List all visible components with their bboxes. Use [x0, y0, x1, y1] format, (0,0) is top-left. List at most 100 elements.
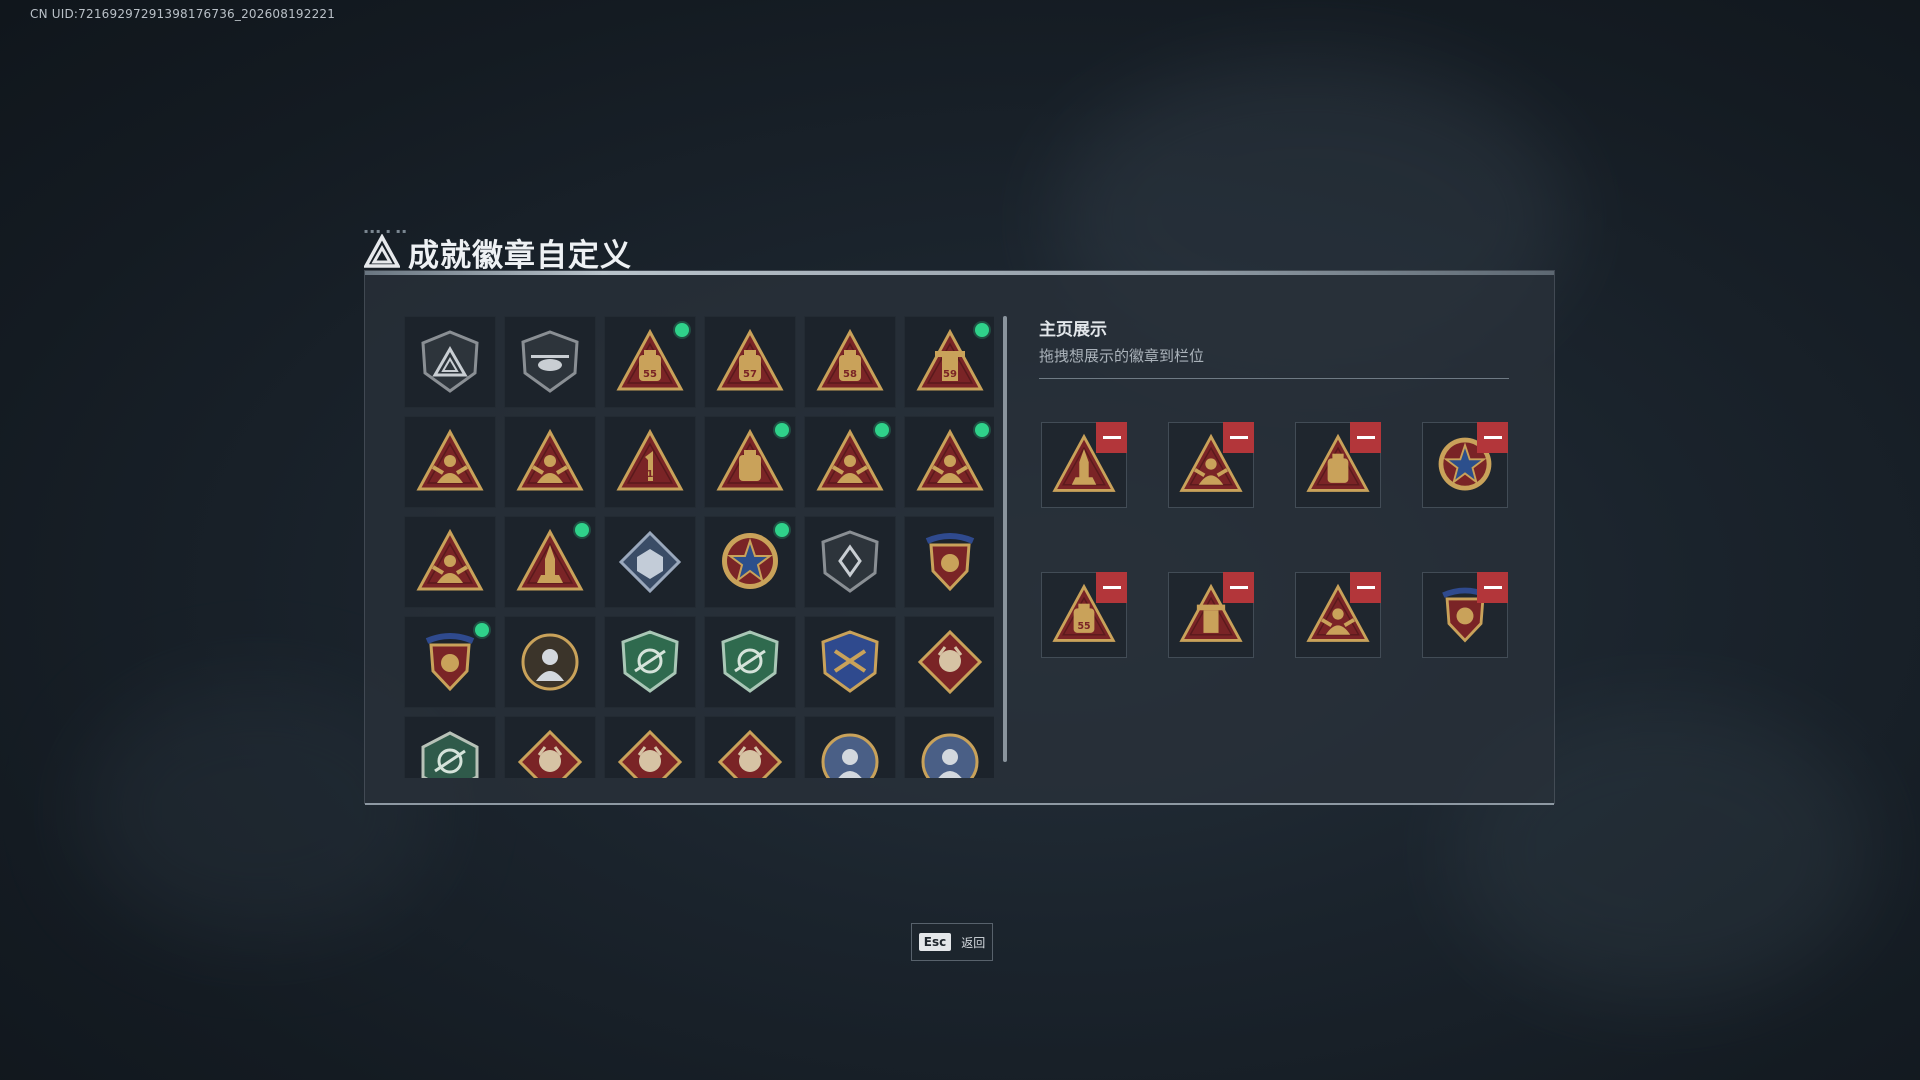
showcase-title: 主页展示 [1039, 320, 1107, 340]
badge-cell[interactable] [504, 416, 596, 508]
back-label: 返回 [961, 935, 986, 950]
minus-icon [1229, 436, 1248, 439]
panel-top-border [365, 271, 1554, 275]
minus-icon [1356, 436, 1375, 439]
minus-icon [1229, 586, 1248, 589]
badge-cell[interactable] [404, 516, 496, 608]
soldier-triangle-badge-icon [416, 528, 484, 591]
minus-icon [1356, 586, 1375, 589]
remove-badge-button[interactable] [1096, 572, 1127, 603]
svg-text:58: 58 [843, 369, 857, 380]
hands-cup-triangle-badge-icon [516, 428, 584, 491]
number-one-triangle-badge-icon: 1 [616, 428, 684, 491]
page-header: ▪▪▪ ▪ ▪▪ 成就徽章自定义 [364, 228, 632, 274]
svg-text:1: 1 [647, 469, 654, 480]
blue-gold-shield-badge-icon [821, 630, 879, 693]
new-indicator-dot [775, 423, 789, 437]
hand-gesture-triangle-badge-icon [416, 428, 484, 491]
page-title: 成就徽章自定义 [408, 237, 632, 274]
crest-shield-badge-icon [925, 533, 975, 592]
showcase-slot[interactable] [1168, 572, 1254, 658]
rocket-triangle-badge-icon [516, 528, 584, 591]
cube-diamond-badge-icon [618, 530, 682, 594]
badge-cell[interactable]: 59 [904, 316, 994, 408]
helicopter-shield-badge-icon [521, 330, 579, 393]
showcase-slot[interactable] [1422, 422, 1508, 508]
svg-text:55: 55 [643, 369, 657, 380]
new-indicator-dot [675, 323, 689, 337]
minus-icon [1102, 586, 1121, 589]
collection-scrollbar[interactable] [1003, 316, 1007, 762]
header-decoration: ▪▪▪ ▪ ▪▪ [364, 228, 409, 235]
blue-beast-round-badge-icon [921, 733, 979, 778]
badge-cell[interactable] [904, 516, 994, 608]
hands-triangle-badge-icon [916, 428, 984, 491]
green-rifle-shield-badge-icon [721, 630, 779, 693]
badge-cell[interactable] [704, 616, 796, 708]
badge-cell[interactable] [504, 516, 596, 608]
green-crosshair-shield-badge-icon [621, 630, 679, 693]
badge-cell[interactable] [804, 716, 896, 778]
badge-cell[interactable] [704, 516, 796, 608]
badge-cell[interactable] [404, 716, 496, 778]
showcase-slot[interactable] [1295, 422, 1381, 508]
esc-key-icon: Esc [918, 933, 952, 951]
remove-badge-button[interactable] [1096, 422, 1127, 453]
badge-cell[interactable]: 1 [604, 416, 696, 508]
crest-shield-badge-icon [425, 633, 475, 692]
red-dragon-diamond-badge-icon [617, 729, 683, 778]
remove-badge-button[interactable] [1477, 422, 1508, 453]
red-soldier-diamond-badge-icon [717, 729, 783, 778]
badge-cell[interactable] [504, 716, 596, 778]
badge-cell[interactable] [504, 616, 596, 708]
new-indicator-dot [775, 523, 789, 537]
showcase-slot[interactable] [1168, 422, 1254, 508]
badge-cell[interactable] [804, 516, 896, 608]
blue-beast-round-badge-icon [821, 733, 879, 778]
showcase-section: 主页展示 拖拽想展示的徽章到栏位 55 [1039, 315, 1509, 658]
badge-cell[interactable] [404, 616, 496, 708]
badge-cell[interactable] [704, 416, 796, 508]
badge-cell[interactable] [404, 316, 496, 408]
triangle-logo-icon [364, 234, 400, 268]
badge-cell[interactable] [904, 416, 994, 508]
badge-cell[interactable]: 58 [804, 316, 896, 408]
showcase-slot[interactable] [1041, 422, 1127, 508]
badge-cell[interactable] [604, 716, 696, 778]
badge-cell[interactable] [404, 416, 496, 508]
red-dragon-diamond-badge-icon [517, 729, 583, 778]
new-indicator-dot [975, 423, 989, 437]
badge-cell[interactable] [604, 616, 696, 708]
remove-badge-button[interactable] [1350, 572, 1381, 603]
new-indicator-dot [575, 523, 589, 537]
minus-icon [1483, 436, 1502, 439]
badge-cell[interactable] [904, 616, 994, 708]
green-dragon-hex-badge-icon [421, 731, 479, 778]
badge-cell[interactable] [904, 716, 994, 778]
badge-cell[interactable] [704, 716, 796, 778]
remove-badge-button[interactable] [1477, 572, 1508, 603]
showcase-slot[interactable] [1422, 572, 1508, 658]
badge-collection[interactable]: 55 57 58 59 1 [404, 316, 994, 778]
showcase-slot[interactable] [1295, 572, 1381, 658]
badge-cell[interactable] [804, 616, 896, 708]
back-button[interactable]: Esc 返回 [911, 923, 993, 961]
minus-icon [1483, 586, 1502, 589]
remove-badge-button[interactable] [1223, 572, 1254, 603]
remove-badge-button[interactable] [1223, 422, 1254, 453]
showcase-slot[interactable]: 55 [1041, 572, 1127, 658]
badge-cell[interactable] [804, 416, 896, 508]
badge-cell[interactable]: 55 [604, 316, 696, 408]
remove-badge-button[interactable] [1350, 422, 1381, 453]
badge-cell[interactable] [504, 316, 596, 408]
badge-panel: 55 57 58 59 1 主页展示 拖拽想展示的徽章到栏位 55 [364, 270, 1555, 805]
badge-cell[interactable]: 57 [704, 316, 796, 408]
cannister-triangle-badge-icon [716, 428, 784, 491]
showcase-subtitle: 拖拽想展示的徽章到栏位 [1039, 347, 1205, 365]
badge-cell[interactable] [604, 516, 696, 608]
svg-text:59: 59 [943, 369, 957, 380]
hand-shield-badge-icon [821, 530, 879, 593]
panel-bottom-border [365, 803, 1554, 805]
minus-icon [1102, 436, 1121, 439]
svg-text:55: 55 [1077, 621, 1090, 632]
